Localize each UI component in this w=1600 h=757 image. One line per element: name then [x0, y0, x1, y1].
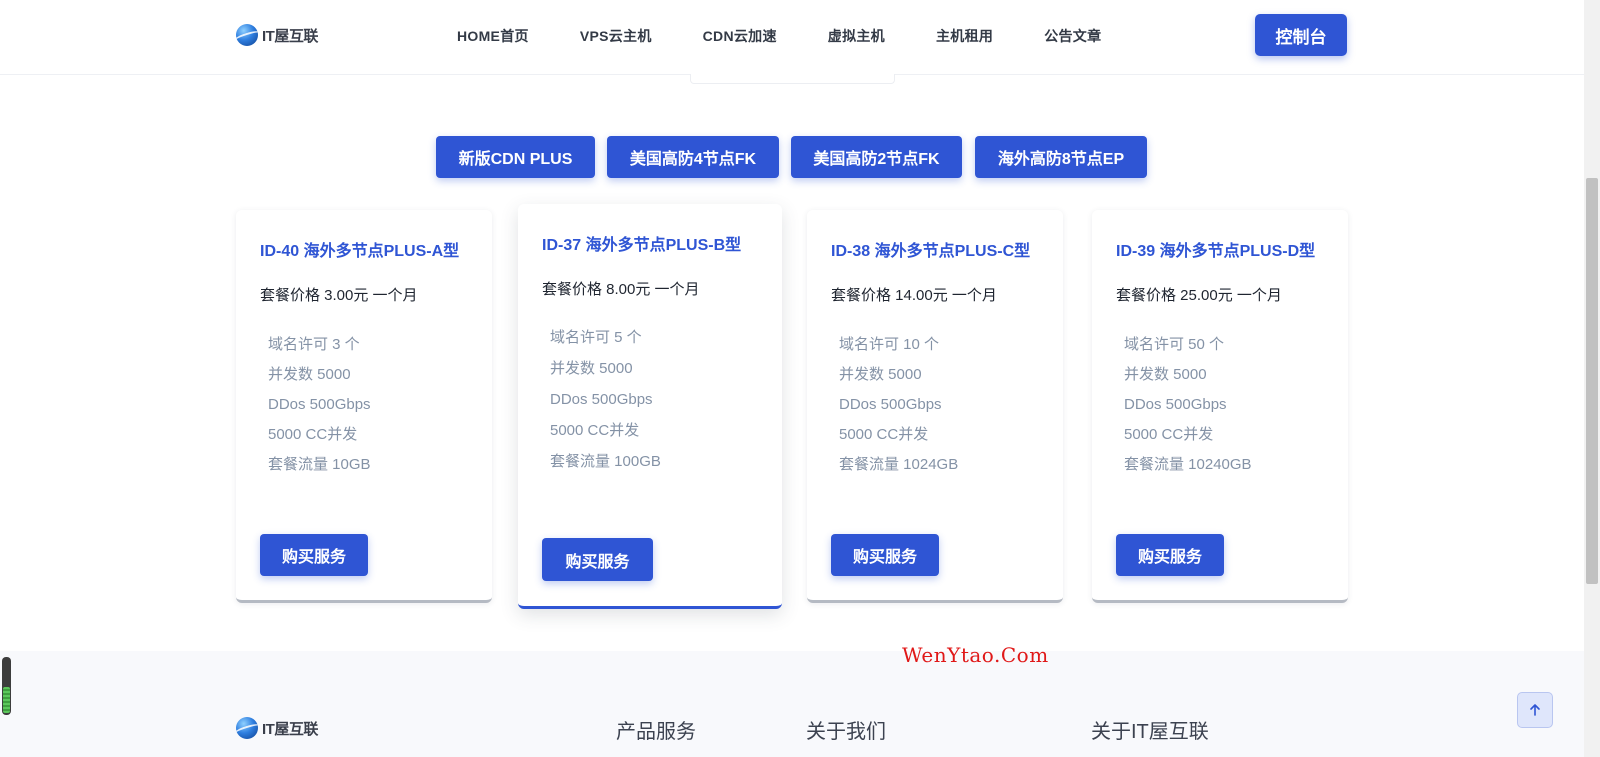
globe-logo-icon: [236, 24, 258, 46]
console-button[interactable]: 控制台: [1255, 14, 1347, 56]
feature-traffic: 套餐流量 10240GB: [1124, 456, 1252, 473]
footer-heading-products: 产品服务: [616, 721, 696, 743]
plan-card: ID-39 海外多节点PLUS-D型 套餐价格 25.00元 一个月 域名许可 …: [1092, 210, 1348, 603]
tab-cdn-plus[interactable]: 新版CDN PLUS: [436, 136, 595, 178]
feature-domains: 域名许可 5 个: [550, 329, 642, 346]
feature-ddos: DDos 500Gbps: [550, 391, 653, 408]
feature-concurrency: 并发数 5000: [1124, 366, 1207, 383]
feature-cc: 5000 CC并发: [1124, 426, 1214, 443]
plan-features: 域名许可 5 个 并发数 5000 DDos 500Gbps 5000 CC并发…: [550, 322, 661, 477]
tab-us-2-node[interactable]: 美国高防2节点FK: [791, 136, 962, 178]
feature-traffic: 套餐流量 10GB: [268, 456, 371, 473]
plan-title: ID-39 海外多节点PLUS-D型: [1116, 243, 1316, 260]
category-tabs: 新版CDN PLUS 美国高防4节点FK 美国高防2节点FK 海外高防8节点EP: [0, 136, 1584, 178]
footer-logo[interactable]: IT屋互联: [236, 717, 318, 739]
plan-card: ID-38 海外多节点PLUS-C型 套餐价格 14.00元 一个月 域名许可 …: [807, 210, 1063, 603]
footer-heading-about-us: 关于我们: [806, 721, 886, 743]
feature-domains: 域名许可 3 个: [268, 336, 360, 353]
feature-cc: 5000 CC并发: [839, 426, 929, 443]
buy-service-button[interactable]: 购买服务: [1116, 534, 1224, 576]
plan-price: 套餐价格 3.00元 一个月: [260, 287, 418, 304]
globe-logo-icon: [236, 717, 258, 739]
back-to-top-button[interactable]: [1517, 692, 1553, 728]
nav-item-home[interactable]: HOME首页: [457, 26, 529, 46]
footer-heading-about-company: 关于IT屋互联: [1091, 721, 1209, 743]
plan-title: ID-38 海外多节点PLUS-C型: [831, 243, 1031, 260]
plan-price: 套餐价格 14.00元 一个月: [831, 287, 997, 304]
plan-features: 域名许可 10 个 并发数 5000 DDos 500Gbps 5000 CC并…: [839, 330, 958, 480]
feature-cc: 5000 CC并发: [268, 426, 358, 443]
nav-item-cdn[interactable]: CDN云加速: [703, 26, 777, 46]
plan-card: ID-37 海外多节点PLUS-B型 套餐价格 8.00元 一个月 域名许可 5…: [518, 204, 782, 609]
plan-features: 域名许可 50 个 并发数 5000 DDos 500Gbps 5000 CC并…: [1124, 330, 1252, 480]
plan-price: 套餐价格 8.00元 一个月: [542, 281, 700, 298]
site-footer: IT屋互联 产品服务 关于我们 关于IT屋互联: [0, 651, 1584, 757]
logo-text: IT屋互联: [262, 27, 318, 45]
plan-features: 域名许可 3 个 并发数 5000 DDos 500Gbps 5000 CC并发…: [268, 330, 371, 480]
feature-domains: 域名许可 50 个: [1124, 336, 1225, 353]
nav-item-vps[interactable]: VPS云主机: [580, 26, 652, 46]
side-widget-level: [3, 687, 10, 713]
feature-traffic: 套餐流量 100GB: [550, 453, 661, 470]
feature-cc: 5000 CC并发: [550, 422, 640, 439]
feature-ddos: DDos 500Gbps: [839, 396, 942, 413]
feature-domains: 域名许可 10 个: [839, 336, 940, 353]
site-header: IT屋互联 HOME首页 VPS云主机 CDN云加速 虚拟主机 主机租用 公告文…: [0, 0, 1584, 75]
tab-us-4-node[interactable]: 美国高防4节点FK: [607, 136, 779, 178]
buy-service-button[interactable]: 购买服务: [831, 534, 939, 576]
nav-dropdown-edge: [690, 74, 895, 84]
footer-logo-text: IT屋互联: [262, 720, 318, 738]
plan-price: 套餐价格 25.00元 一个月: [1116, 287, 1282, 304]
feature-ddos: DDos 500Gbps: [268, 396, 371, 413]
tab-overseas-8-node[interactable]: 海外高防8节点EP: [975, 136, 1147, 178]
side-widget[interactable]: [2, 657, 11, 715]
nav-item-announcements[interactable]: 公告文章: [1044, 26, 1101, 46]
arrow-up-icon: [1530, 704, 1540, 716]
feature-concurrency: 并发数 5000: [550, 360, 633, 377]
plan-card: ID-40 海外多节点PLUS-A型 套餐价格 3.00元 一个月 域名许可 3…: [236, 210, 492, 603]
site-logo[interactable]: IT屋互联: [236, 24, 318, 46]
nav-item-virtual-host[interactable]: 虚拟主机: [828, 26, 885, 46]
feature-ddos: DDos 500Gbps: [1124, 396, 1227, 413]
buy-service-button[interactable]: 购买服务: [260, 534, 368, 576]
plan-title: ID-40 海外多节点PLUS-A型: [260, 243, 460, 260]
nav-item-server-rental[interactable]: 主机租用: [936, 26, 993, 46]
main-nav: HOME首页 VPS云主机 CDN云加速 虚拟主机 主机租用 公告文章: [457, 26, 1152, 46]
feature-concurrency: 并发数 5000: [268, 366, 351, 383]
plan-title: ID-37 海外多节点PLUS-B型: [542, 237, 742, 254]
watermark-text: WenYtao.Com: [902, 643, 1049, 667]
buy-service-button[interactable]: 购买服务: [542, 538, 653, 581]
scrollbar-thumb[interactable]: [1586, 178, 1598, 584]
feature-traffic: 套餐流量 1024GB: [839, 456, 959, 473]
feature-concurrency: 并发数 5000: [839, 366, 922, 383]
